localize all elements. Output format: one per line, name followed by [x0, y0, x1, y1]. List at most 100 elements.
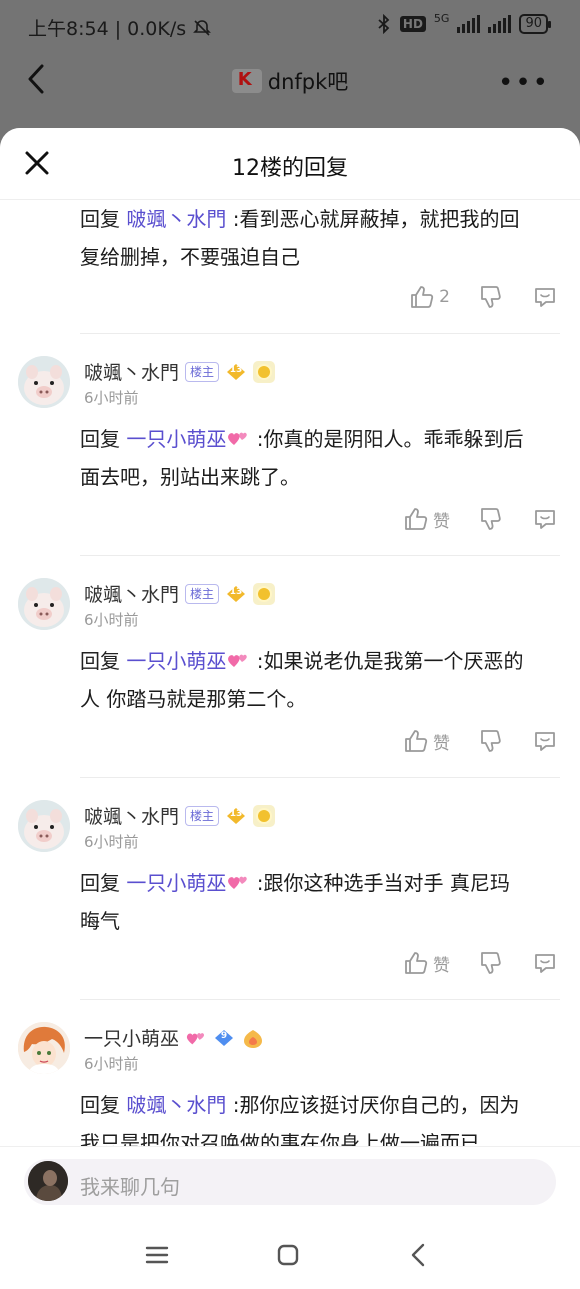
username[interactable]: 啵颯丶水門: [84, 358, 179, 385]
thumbs-down-icon: [481, 730, 501, 752]
reply-divider: [80, 555, 560, 556]
menu-icon[interactable]: [142, 1240, 172, 1270]
heart-emoji-icon: [228, 654, 248, 667]
reply-item: 一只小萌巫 9 6小时前 回复 啵颯丶水門 :那你应该挺讨厌你自己的，因为 我只…: [0, 1016, 580, 1146]
reply-prefix: 回复: [80, 1093, 120, 1117]
comment-icon: [535, 288, 555, 307]
comment-icon: [535, 954, 555, 973]
my-avatar: [28, 1161, 68, 1201]
comment-icon: [535, 732, 555, 751]
reply-time: 6小时前: [84, 833, 139, 851]
heart-emoji-icon: [228, 432, 248, 445]
pig-avatar-image: [18, 800, 70, 852]
comment-button[interactable]: [532, 728, 558, 754]
thumbs-up-icon: [405, 952, 428, 974]
hd-badge: HD: [399, 16, 426, 32]
reply-actions: 赞: [375, 950, 558, 976]
more-icon[interactable]: •••: [498, 68, 550, 98]
comment-placeholder: 我来聊几句: [80, 1175, 180, 1199]
like-label: 赞: [433, 733, 450, 754]
sun-badge-icon: [253, 582, 276, 605]
reply-actions: 赞: [375, 728, 558, 754]
mention-link[interactable]: 啵颯丶水門: [126, 1093, 226, 1117]
like-button[interactable]: 2: [409, 284, 450, 310]
dislike-button[interactable]: [478, 506, 504, 532]
level-number: 13: [229, 586, 243, 597]
signal-icon-1: [457, 15, 481, 33]
pig-avatar-image: [18, 578, 70, 630]
reply-text-line1: :那你应该挺讨厌你自己的，因为: [232, 1093, 520, 1117]
home-icon[interactable]: [273, 1240, 303, 1270]
reply-text-line2: 复给删掉，不要强迫自己: [80, 245, 300, 269]
comment-button[interactable]: [532, 284, 558, 310]
reply-text: 回复 啵颯丶水門 :那你应该挺讨厌你自己的，因为 我只是把你对召唤做的事在你身上…: [80, 1086, 562, 1146]
username[interactable]: 一只小萌巫: [84, 1024, 179, 1051]
mention-link[interactable]: 一只小萌巫: [126, 427, 226, 451]
mention-link[interactable]: 啵颯丶水門: [126, 207, 226, 231]
avatar[interactable]: [18, 356, 70, 408]
username-row: 一只小萌巫 9: [84, 1024, 265, 1051]
avatar[interactable]: [18, 1022, 70, 1074]
username-row: 啵颯丶水門 楼主 13: [84, 580, 276, 607]
comment-composer: 我来聊几句: [0, 1146, 580, 1226]
reply-item: 啵颯丶水門 楼主 13 6小时前 回复 一只小萌巫 :跟你这种选手当对手 真尼玛…: [0, 794, 580, 1004]
reply-divider: [80, 777, 560, 778]
comment-button[interactable]: [532, 506, 558, 532]
reply-item: 回复 啵颯丶水門 :看到恶心就屏蔽掉，就把我的回 复给删掉，不要强迫自己 2: [0, 200, 580, 335]
reply-text-line1: :跟你这种选手当对手 真尼玛: [256, 871, 510, 895]
like-count: 2: [439, 287, 450, 307]
reply-text-line2: 人 你踏马就是那第二个。: [80, 687, 307, 711]
username[interactable]: 啵颯丶水門: [84, 802, 179, 829]
battery-icon: 90: [519, 14, 551, 34]
status-indicators: HD 5G 90: [376, 11, 551, 34]
thumbs-down-icon: [481, 952, 501, 974]
network-type: 5G: [433, 11, 450, 25]
heart-emoji-icon: [186, 1032, 205, 1044]
dislike-button[interactable]: [478, 728, 504, 754]
dislike-button[interactable]: [478, 950, 504, 976]
reply-item: 啵颯丶水門 楼主 13 6小时前 回复 一只小萌巫 :如果说老仇是我第一个厌恶的…: [0, 572, 580, 782]
back-icon[interactable]: [404, 1240, 434, 1270]
reply-sheet: 12楼的回复 回复 啵颯丶水門 :看到恶心就屏蔽掉，就把我的回 复给删掉，不要强…: [0, 128, 580, 1289]
forum-name: dnfpk吧: [267, 70, 349, 94]
reply-text: 回复 一只小萌巫 :如果说老仇是我第一个厌恶的 人 你踏马就是那第二个。: [80, 642, 562, 718]
reply-time: 6小时前: [84, 611, 139, 629]
avatar[interactable]: [18, 578, 70, 630]
status-bar: 上午8:54 | 0.0K/s HD 5G 90: [0, 0, 580, 52]
level-number: 9: [220, 1030, 228, 1041]
level-number: 13: [229, 364, 243, 375]
sheet-header: 12楼的回复: [0, 128, 580, 200]
like-button[interactable]: 赞: [403, 506, 450, 532]
pig-avatar-image: [18, 356, 70, 408]
reply-divider: [80, 999, 560, 1000]
background-page: 上午8:54 | 0.0K/s HD 5G 90 K dnfpk吧 •••: [0, 0, 580, 140]
reply-actions: 2: [381, 284, 558, 310]
level-badge: 13: [225, 807, 247, 825]
reply-prefix: 回复: [80, 871, 120, 895]
sun-badge-icon: [253, 360, 276, 383]
forum-title[interactable]: K dnfpk吧: [0, 66, 580, 96]
op-tag: 楼主: [185, 805, 220, 826]
sheet-title: 12楼的回复: [232, 156, 348, 181]
forum-nav-bar: K dnfpk吧 •••: [0, 52, 580, 108]
bluetooth-icon: [378, 14, 390, 34]
reply-time: 6小时前: [84, 1055, 139, 1073]
comment-button[interactable]: [532, 950, 558, 976]
reply-list[interactable]: 回复 啵颯丶水門 :看到恶心就屏蔽掉，就把我的回 复给删掉，不要强迫自己 2 啵…: [0, 200, 580, 1146]
like-button[interactable]: 赞: [403, 728, 450, 754]
reply-text-line2: 晦气: [80, 909, 120, 933]
level-badge: 13: [225, 585, 247, 603]
username[interactable]: 啵颯丶水門: [84, 580, 179, 607]
avatar[interactable]: [18, 800, 70, 852]
dislike-button[interactable]: [478, 284, 504, 310]
mention-link[interactable]: 一只小萌巫: [126, 871, 226, 895]
reply-time: 6小时前: [84, 389, 139, 407]
status-divider: |: [114, 18, 128, 40]
thumbs-up-icon: [405, 730, 428, 752]
mention-link[interactable]: 一只小萌巫: [126, 649, 226, 673]
sun-badge-icon: [253, 804, 276, 827]
like-button[interactable]: 赞: [403, 950, 450, 976]
reply-text-line2: 我只是把你对召唤做的事在你身上做一遍而已: [80, 1131, 480, 1146]
reply-text: 回复 一只小萌巫 :跟你这种选手当对手 真尼玛 晦气: [80, 864, 562, 940]
reply-divider: [80, 333, 560, 334]
